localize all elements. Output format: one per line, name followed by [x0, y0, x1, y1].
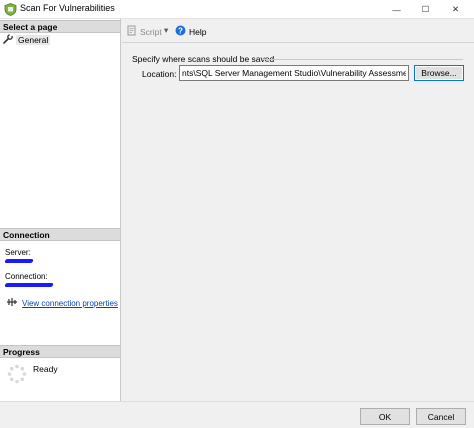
shield-icon [4, 3, 17, 16]
window-title: Scan For Vulnerabilities [20, 3, 115, 13]
close-button[interactable]: ✕ [442, 0, 469, 19]
browse-button[interactable]: Browse... [414, 65, 464, 81]
toolbar: Script ▾ ? Help [122, 19, 474, 43]
minimize-button[interactable]: — [383, 0, 410, 19]
script-label: Script [140, 26, 162, 37]
view-connection-properties-link[interactable]: View connection properties [22, 299, 118, 308]
redaction-mark [4, 283, 54, 287]
page-item-label: General [16, 35, 51, 45]
title-bar: Scan For Vulnerabilities — ☐ ✕ [0, 0, 474, 19]
maximize-button[interactable]: ☐ [412, 0, 439, 19]
script-dropdown-arrow[interactable]: ▾ [164, 25, 168, 36]
progress-header: Progress [0, 345, 120, 358]
connection-label: Connection: [5, 272, 48, 281]
group-divider [262, 59, 463, 60]
progress-spinner-icon [7, 364, 27, 384]
view-connection-row: View connection properties [6, 297, 118, 309]
help-label: Help [189, 26, 207, 37]
left-pane: Select a page General Connection Server:… [0, 19, 121, 401]
main-pane: Script ▾ ? Help Specify where scans shou… [122, 19, 474, 401]
script-button[interactable]: Script [127, 25, 162, 38]
script-icon [127, 25, 137, 38]
save-location-group-label: Specify where scans should be saved [132, 54, 275, 64]
wrench-icon [3, 34, 13, 46]
connection-properties-icon [6, 297, 18, 309]
cancel-button[interactable]: Cancel [416, 408, 466, 425]
page-item-general[interactable]: General [3, 34, 51, 46]
help-icon: ? [175, 25, 186, 38]
progress-status: Ready [33, 364, 58, 374]
ok-button[interactable]: OK [360, 408, 410, 425]
redaction-mark [4, 259, 34, 263]
select-page-header: Select a page [0, 20, 120, 33]
server-label: Server: [5, 248, 31, 257]
location-label: Location: [142, 69, 177, 79]
connection-header: Connection [0, 228, 120, 241]
dialog-footer: OK Cancel [0, 401, 474, 428]
svg-text:?: ? [178, 26, 183, 35]
help-button[interactable]: ? Help [175, 25, 206, 38]
location-input[interactable] [179, 65, 409, 81]
